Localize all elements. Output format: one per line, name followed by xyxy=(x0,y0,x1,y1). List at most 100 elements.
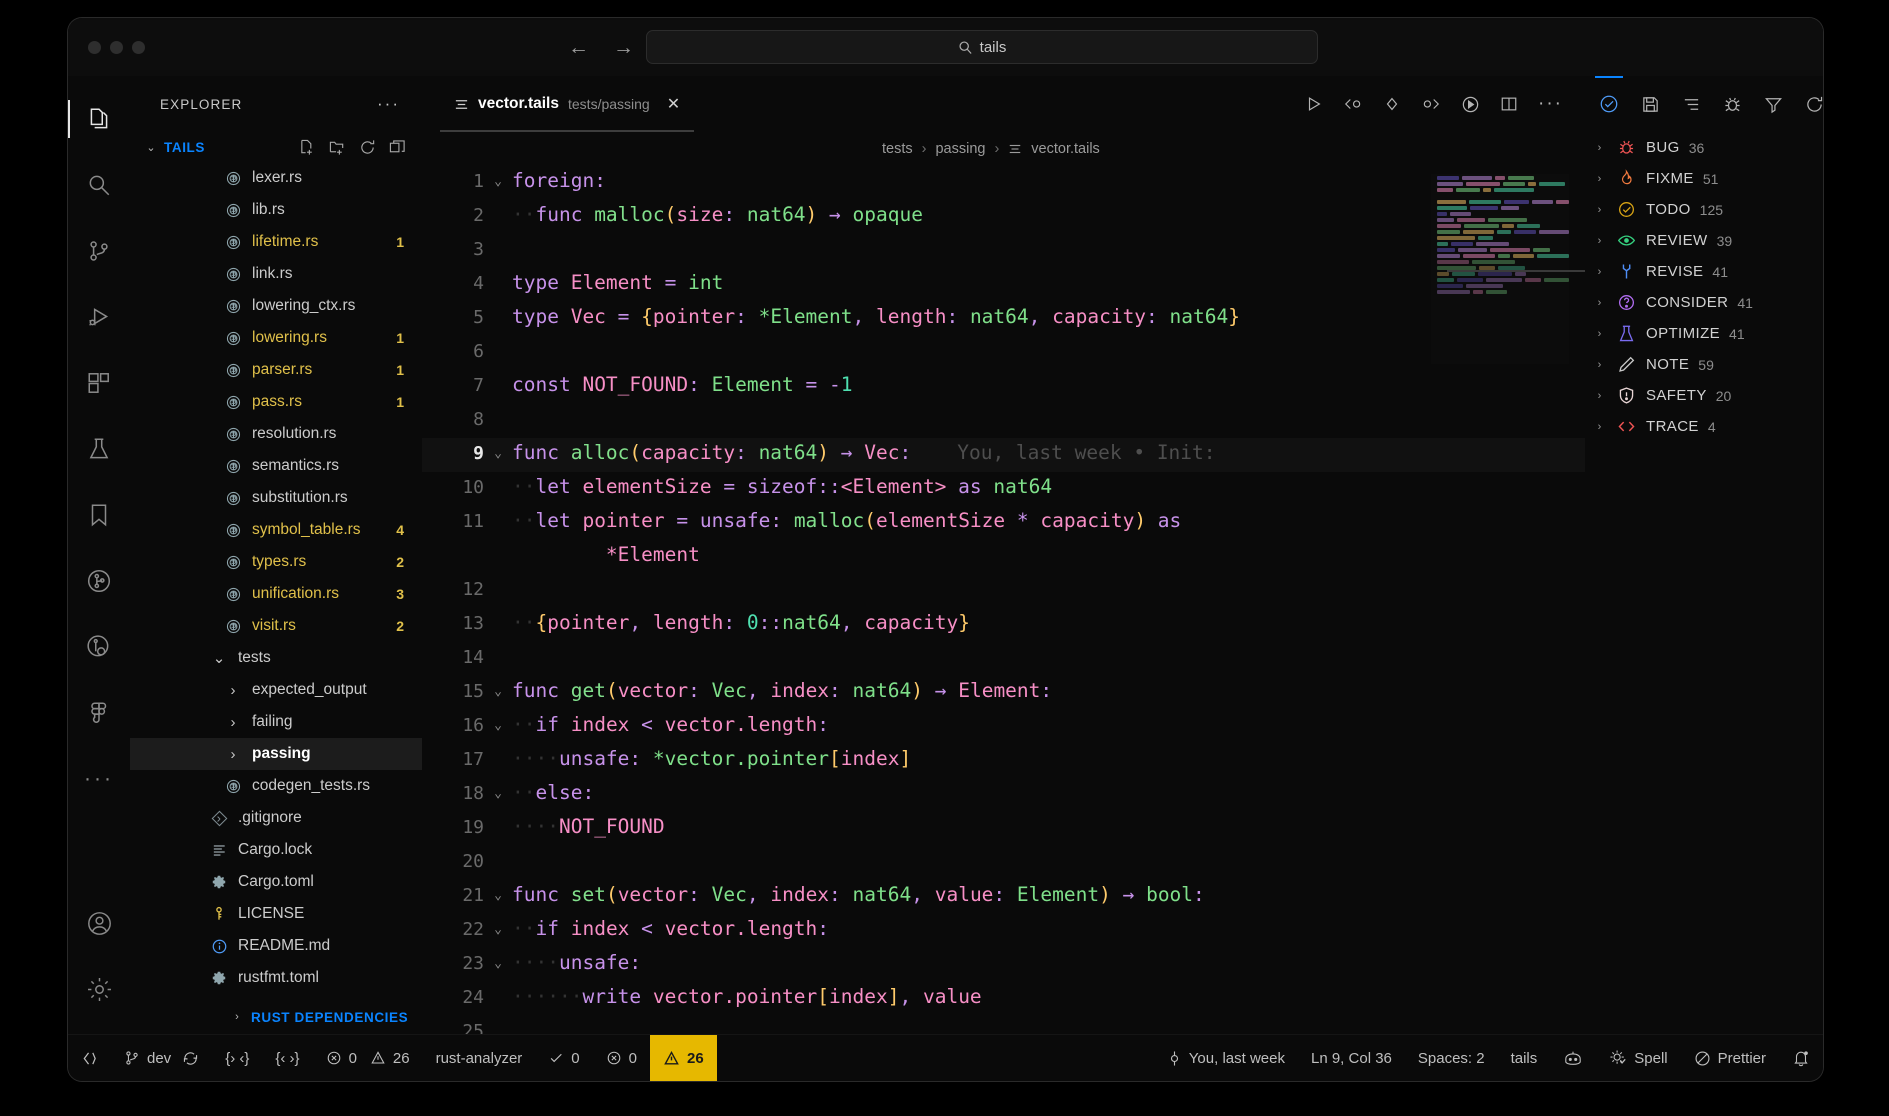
chevron-down-icon[interactable]: ⌄ xyxy=(144,141,158,154)
code-editor[interactable]: 1 ⌄ foreign: 2 ··func malloc(size: nat64) → … xyxy=(422,166,1585,1034)
tree-item-visit-rs[interactable]: visit.rs 2 xyxy=(130,610,422,642)
code-line-2[interactable]: 2 ··func malloc(size: nat64) → opaque xyxy=(422,200,1585,234)
fold-chevron-down-icon[interactable]: ⌄ xyxy=(484,438,512,461)
tab-vector-tails[interactable]: vector.tails tests/passing ✕ xyxy=(440,76,695,132)
tree-item-expected-output[interactable]: › expected_output xyxy=(130,674,422,706)
tree-item-substitution-rs[interactable]: substitution.rs xyxy=(130,482,422,514)
fold-chevron-down-icon[interactable]: ⌄ xyxy=(484,880,512,903)
rust-dependencies-section[interactable]: › RUST DEPENDENCIES xyxy=(130,1000,422,1034)
prettier-button[interactable]: Prettier xyxy=(1681,1035,1779,1081)
todo-tag-row-todo[interactable]: › TODO 125 xyxy=(1585,194,1823,225)
spell-checker-button[interactable]: Spell xyxy=(1596,1035,1680,1081)
chevron-right-icon[interactable]: › xyxy=(1593,235,1606,247)
sidebar-item-bookmarks[interactable] xyxy=(68,482,130,548)
chevron-right-icon[interactable]: › xyxy=(230,1011,244,1023)
breadcrumb-item-passing[interactable]: passing xyxy=(935,141,985,157)
sidebar-item-git-graph[interactable] xyxy=(68,548,130,614)
collapse-all-icon[interactable] xyxy=(389,139,406,156)
code-line-wrap[interactable]: *Element xyxy=(422,540,1585,574)
todo-tag-row-optimize[interactable]: › OPTIMIZE 41 xyxy=(1585,318,1823,349)
language-mode[interactable]: tails xyxy=(1498,1035,1551,1081)
sync-icon[interactable] xyxy=(182,1050,199,1067)
debug-step-forward-icon[interactable] xyxy=(1421,95,1441,113)
tree-item-types-rs[interactable]: types.rs 2 xyxy=(130,546,422,578)
new-file-icon[interactable] xyxy=(299,139,316,156)
tree-item-codegen-tests-rs[interactable]: codegen_tests.rs xyxy=(130,770,422,802)
code-line-12[interactable]: 12 xyxy=(422,574,1585,608)
secondary-problems[interactable]: 0 xyxy=(593,1035,650,1081)
tree-item-lowering-rs[interactable]: lowering.rs 1 xyxy=(130,322,422,354)
file-tree[interactable]: lexer.rs lib.rs lifetime.rs 1 link.rs lowerin… xyxy=(130,162,422,1000)
close-icon[interactable]: ✕ xyxy=(667,94,680,114)
sidebar-item-gitlens-inspect[interactable] xyxy=(68,614,130,680)
refresh-icon[interactable] xyxy=(1805,95,1823,114)
branch-button[interactable]: dev xyxy=(111,1035,212,1081)
code-line-20[interactable]: 20 xyxy=(422,846,1585,880)
debug-diamond-icon[interactable] xyxy=(1383,95,1401,113)
cursor-position[interactable]: Ln 9, Col 36 xyxy=(1298,1035,1405,1081)
settings-gear-icon[interactable] xyxy=(68,956,130,1022)
workspace-section-header[interactable]: ⌄ TAILS xyxy=(130,132,422,162)
code-line-24[interactable]: 24 ······write vector.pointer[index], val… xyxy=(422,982,1585,1016)
fold-chevron-down-icon[interactable]: ⌄ xyxy=(484,676,512,699)
code-line-25[interactable]: 25 xyxy=(422,1016,1585,1034)
list-flat-icon[interactable] xyxy=(1682,95,1701,114)
todo-tag-list[interactable]: › BUG 36 › FIXME 51 › TODO 125 › REVIEW 39 › REVISE 41… xyxy=(1585,132,1823,442)
code-line-11[interactable]: 11 ··let pointer = unsafe: malloc(element… xyxy=(422,506,1585,540)
refresh-icon[interactable] xyxy=(359,139,376,156)
sidebar-item-run-and-debug[interactable] xyxy=(68,284,130,350)
sidebar-item-search[interactable] xyxy=(68,152,130,218)
sidebar-item-more[interactable]: ··· xyxy=(68,746,130,812)
fold-chevron-down-icon[interactable]: ⌄ xyxy=(484,914,512,937)
todo-tag-row-safety[interactable]: › SAFETY 20 xyxy=(1585,380,1823,411)
tree-item-rustfmt-toml[interactable]: rustfmt.toml xyxy=(130,962,422,994)
debug-step-back-icon[interactable] xyxy=(1343,95,1363,113)
tree-item-passing[interactable]: › passing xyxy=(130,738,422,770)
language-server-status[interactable]: rust-analyzer xyxy=(423,1035,536,1081)
save-all-icon[interactable] xyxy=(1641,95,1660,114)
todo-tag-row-bug[interactable]: › BUG 36 xyxy=(1585,132,1823,163)
tree-item-lib-rs[interactable]: lib.rs xyxy=(130,194,422,226)
code-line-4[interactable]: 4 type Element = int xyxy=(422,268,1585,302)
todo-tag-row-revise[interactable]: › REVISE 41 xyxy=(1585,256,1823,287)
tree-item-lowering-ctx-rs[interactable]: lowering_ctx.rs xyxy=(130,290,422,322)
tree-item-cargo-toml[interactable]: Cargo.toml xyxy=(130,866,422,898)
chevron-right-icon[interactable]: › xyxy=(1593,173,1606,185)
chevron-right-icon[interactable]: › xyxy=(222,714,244,731)
fold-chevron-down-icon[interactable]: ⌄ xyxy=(484,166,512,189)
todo-tag-row-review[interactable]: › REVIEW 39 xyxy=(1585,225,1823,256)
code-line-8[interactable]: 8 xyxy=(422,404,1585,438)
code-line-23[interactable]: 23 ⌄ ····unsafe: xyxy=(422,948,1585,982)
notifications-bell-icon[interactable] xyxy=(1779,1035,1823,1081)
back-icon[interactable]: ← xyxy=(568,37,589,58)
tree-item-cargo-lock[interactable]: Cargo.lock xyxy=(130,834,422,866)
code-line-14[interactable]: 14 xyxy=(422,642,1585,676)
sidebar-item-figma[interactable] xyxy=(68,680,130,746)
code-line-9[interactable]: 9 ⌄ func alloc(capacity: nat64) → Vec: You,… xyxy=(422,438,1585,472)
indentation-setting[interactable]: Spaces: 2 xyxy=(1405,1035,1498,1081)
code-line-16[interactable]: 16 ⌄ ··if index < vector.length: xyxy=(422,710,1585,744)
status-badge-warnings[interactable]: 26 xyxy=(649,1035,717,1081)
bracket-nav-prev[interactable]: {› ‹} xyxy=(212,1035,262,1081)
code-line-18[interactable]: 18 ⌄ ··else: xyxy=(422,778,1585,812)
chevron-right-icon[interactable]: › xyxy=(1593,328,1606,340)
fold-chevron-down-icon[interactable]: ⌄ xyxy=(484,778,512,801)
breadcrumb-item-file[interactable]: vector.tails xyxy=(1031,141,1100,157)
filter-icon[interactable] xyxy=(1764,95,1783,114)
sidebar-item-explorer[interactable] xyxy=(68,86,130,152)
chevron-down-icon[interactable]: ⌄ xyxy=(208,649,230,667)
tree-item-tests[interactable]: ⌄ tests xyxy=(130,642,422,674)
tree-item-symbol-table-rs[interactable]: symbol_table.rs 4 xyxy=(130,514,422,546)
fold-chevron-down-icon[interactable]: ⌄ xyxy=(484,948,512,971)
forward-icon[interactable]: → xyxy=(613,37,634,58)
breadcrumb-item-tests[interactable]: tests xyxy=(882,141,913,157)
tree-item-resolution-rs[interactable]: resolution.rs xyxy=(130,418,422,450)
tree-item-license[interactable]: LICENSE xyxy=(130,898,422,930)
chevron-right-icon[interactable]: › xyxy=(222,682,244,699)
code-line-22[interactable]: 22 ⌄ ··if index < vector.length: xyxy=(422,914,1585,948)
run-debug-icon[interactable] xyxy=(1461,95,1480,114)
check-status[interactable]: 0 xyxy=(535,1035,592,1081)
chevron-right-icon[interactable]: › xyxy=(1593,359,1606,371)
code-line-3[interactable]: 3 xyxy=(422,234,1585,268)
todo-tag-row-trace[interactable]: › TRACE 4 xyxy=(1585,411,1823,442)
